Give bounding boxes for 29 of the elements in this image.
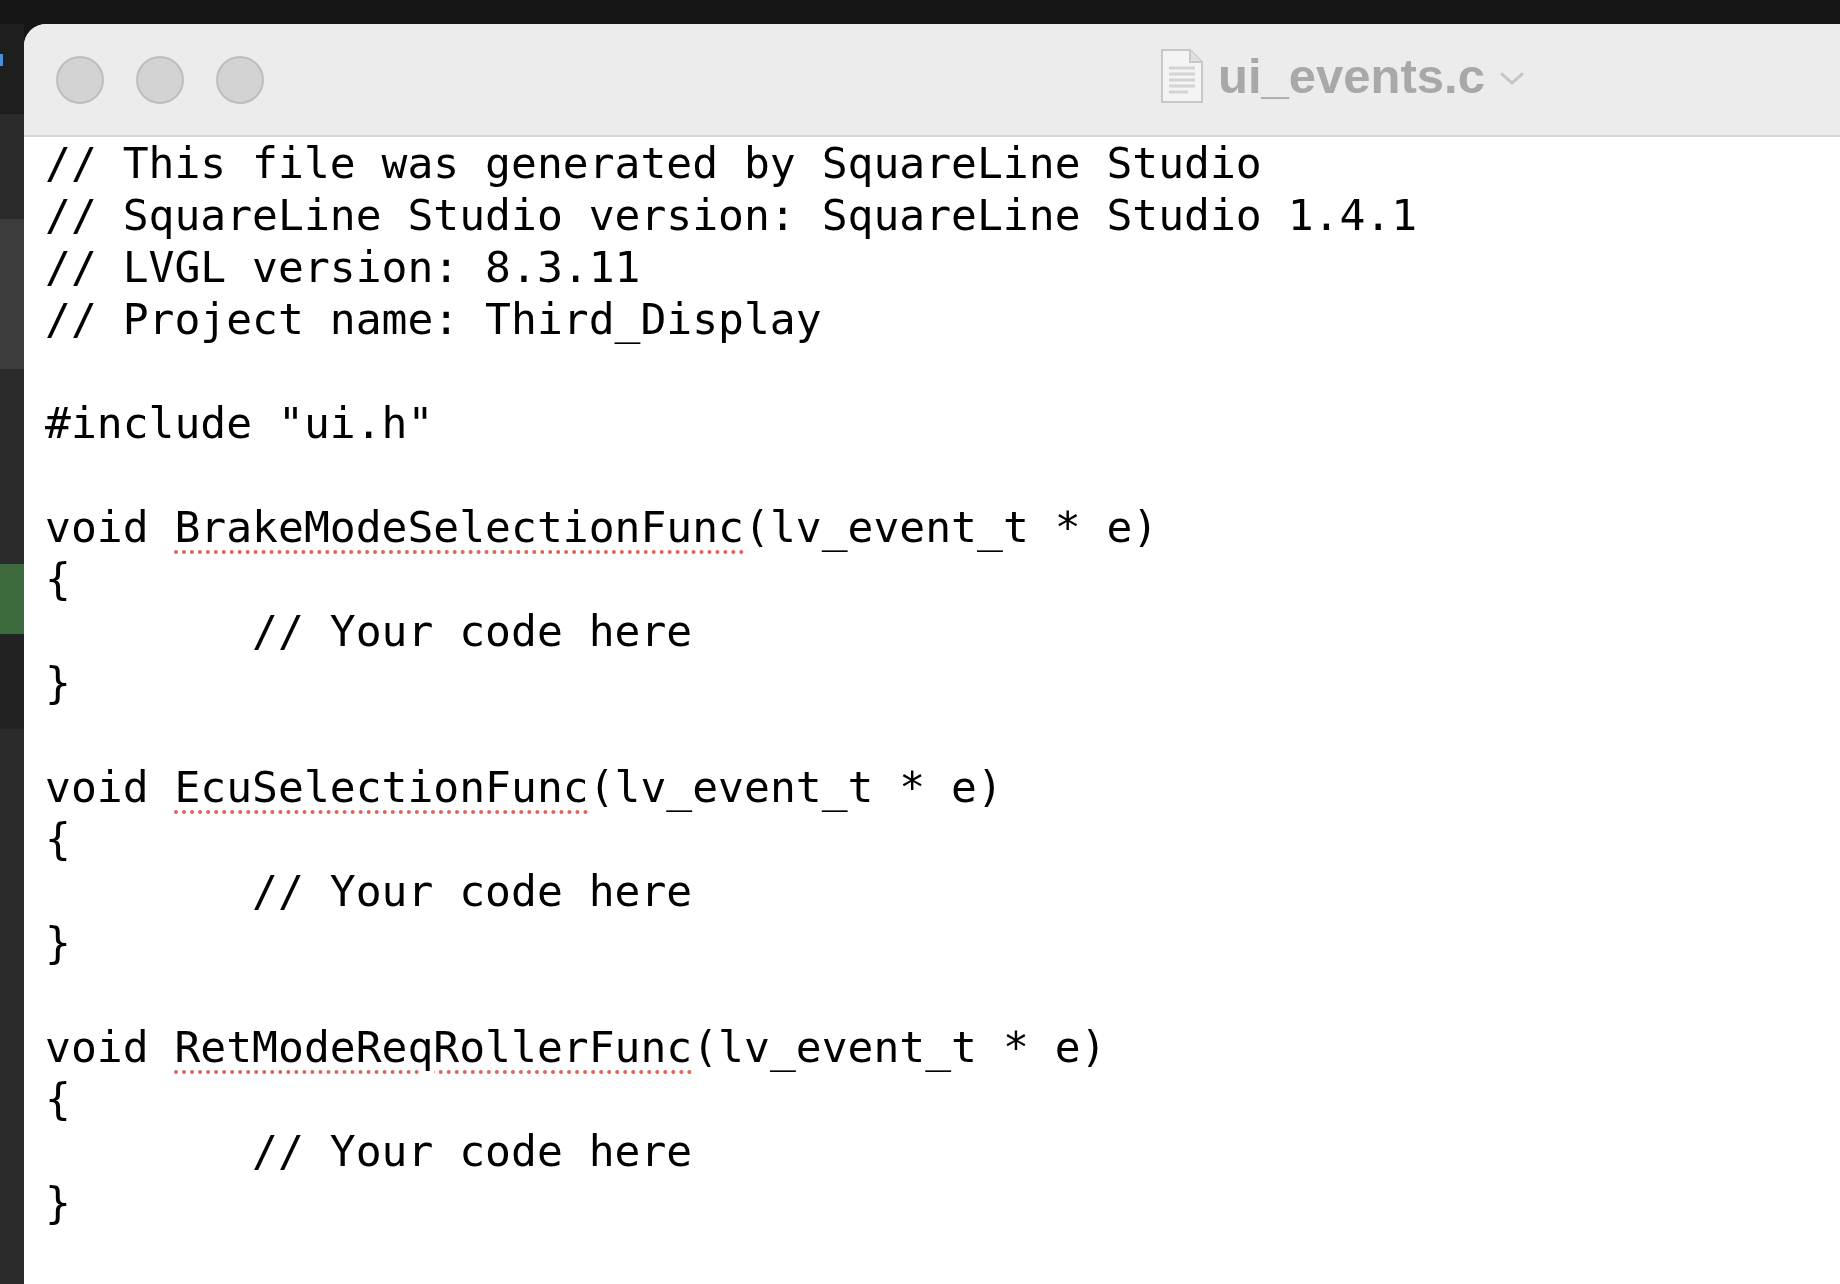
minimize-button[interactable] [136, 55, 184, 104]
code-text: } [45, 1178, 71, 1228]
code-text: // Project name: Third_Display [45, 294, 822, 344]
code-text: { [45, 814, 71, 864]
document-icon [1160, 48, 1204, 104]
misspelled-word: RetModeReqRollerFunc [174, 1022, 693, 1072]
code-text: (lv_event_t * e) [588, 762, 1003, 812]
caret-icon[interactable] [1498, 71, 1525, 87]
code-text: { [45, 554, 71, 604]
code-text: { [45, 1074, 71, 1124]
misspelled-word: BrakeModeSelectionFunc [174, 502, 744, 552]
code-text: } [45, 658, 71, 708]
code-text: void [45, 502, 150, 552]
code-text: // Your code here [251, 1126, 693, 1176]
close-button[interactable] [56, 55, 104, 104]
code-text: #include "ui.h" [45, 398, 434, 448]
window-title: ui_events.c [1218, 48, 1485, 104]
code-text: // SquareLine Studio version: SquareLine Studio 1.4.1 [45, 190, 1418, 240]
code-text: // Your code here [251, 866, 693, 916]
code-text: (lv_event_t * e) [692, 1022, 1107, 1072]
code-text: } [45, 918, 71, 968]
code-text: // Your code here [251, 606, 693, 656]
code-text: // LVGL version: 8.3.11 [45, 242, 641, 292]
zoom-button[interactable] [216, 55, 264, 104]
code-text: (lv_event_t * e) [744, 502, 1159, 552]
code-text: void [45, 1022, 150, 1072]
code-text: // This file was generated by SquareLine Studio [45, 138, 1262, 188]
code-text: void [45, 762, 150, 812]
misspelled-word: EcuSelectionFunc [174, 762, 589, 812]
